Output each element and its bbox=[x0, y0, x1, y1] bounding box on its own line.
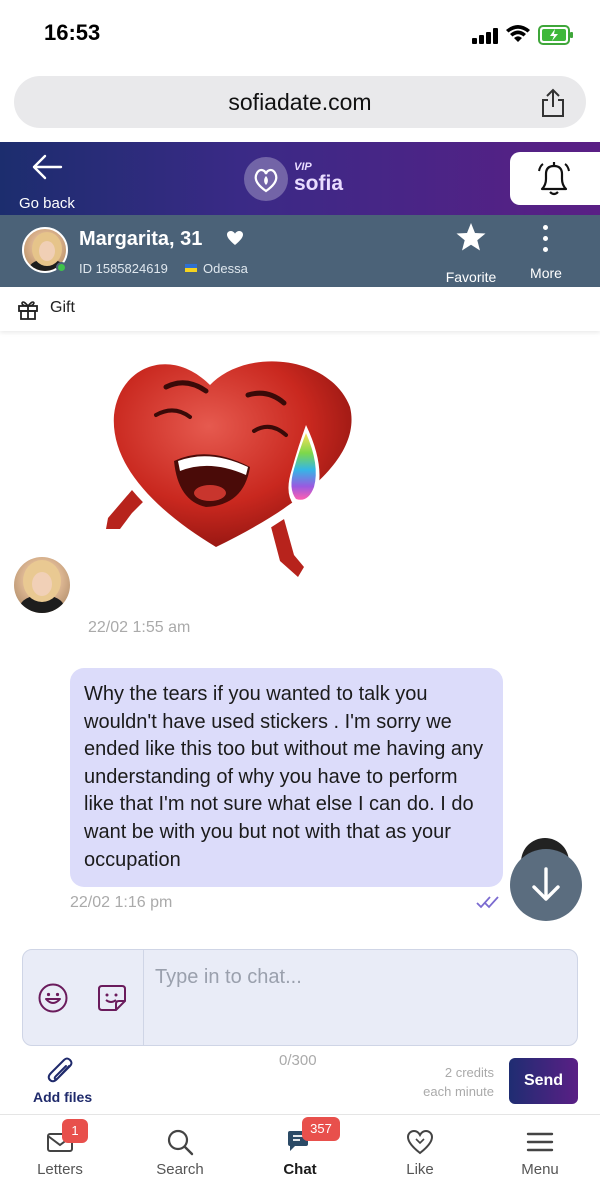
profile-name[interactable]: Margarita, 31 bbox=[79, 228, 202, 251]
nav-menu-label: Menu bbox=[521, 1161, 559, 1178]
nav-search[interactable]: Search bbox=[120, 1115, 240, 1184]
cellular-signal-icon bbox=[472, 28, 500, 44]
add-files-button[interactable]: Add files bbox=[26, 1052, 96, 1108]
browser-url-bar[interactable]: sofiadate.com bbox=[14, 76, 586, 128]
chat-input[interactable] bbox=[145, 950, 575, 1045]
arrow-down-icon bbox=[532, 867, 560, 901]
letters-badge: 1 bbox=[62, 1119, 88, 1143]
nav-letters-label: Letters bbox=[37, 1161, 83, 1178]
nav-chat-label: Chat bbox=[283, 1161, 317, 1178]
go-back-label: Go back bbox=[19, 195, 75, 212]
profile-bar: Margarita, 31 ID 1585824619 Odessa Favor… bbox=[0, 215, 600, 287]
nav-letters[interactable]: 1 Letters bbox=[0, 1115, 120, 1184]
nav-chat[interactable]: 357 Chat bbox=[240, 1115, 360, 1184]
sofia-vip-logo: VIP sofia bbox=[244, 155, 364, 201]
bottom-navigation: 1 Letters Search 357 Chat Like Menu bbox=[0, 1114, 600, 1184]
nav-like-label: Like bbox=[406, 1161, 434, 1178]
chat-badge: 357 bbox=[302, 1117, 340, 1141]
wifi-icon bbox=[506, 25, 530, 42]
logo-mark-icon bbox=[244, 157, 288, 201]
arrow-left-icon bbox=[32, 154, 63, 180]
profile-city: Odessa bbox=[203, 261, 248, 276]
emoji-icon[interactable] bbox=[37, 982, 69, 1014]
more-label: More bbox=[530, 265, 562, 281]
gift-button[interactable]: Gift bbox=[0, 287, 600, 331]
logo-name-text: sofia bbox=[294, 172, 344, 195]
app-screen: 16:53 sofiadate.com Go back VIP sofia Ma… bbox=[0, 0, 600, 1184]
gift-label: Gift bbox=[50, 299, 75, 316]
star-icon bbox=[456, 223, 486, 251]
online-status-dot bbox=[56, 262, 67, 273]
scroll-to-bottom-button[interactable] bbox=[510, 849, 582, 921]
paperclip-icon bbox=[47, 1057, 73, 1083]
status-time: 16:53 bbox=[44, 20, 101, 45]
credits-line-1: 2 credits bbox=[444, 1065, 494, 1080]
sender-avatar[interactable] bbox=[14, 557, 70, 613]
sticker-icon[interactable] bbox=[97, 984, 127, 1012]
composer-divider bbox=[143, 950, 144, 1046]
like-heart-icon[interactable] bbox=[226, 229, 244, 252]
chat-history[interactable]: 22/02 1:55 am Why the tears if you wante… bbox=[0, 331, 600, 943]
ukraine-flag-icon bbox=[185, 264, 197, 272]
url-text[interactable]: sofiadate.com bbox=[14, 89, 586, 116]
go-back-button[interactable]: Go back bbox=[14, 150, 94, 212]
add-files-label: Add files bbox=[33, 1089, 93, 1105]
message-timestamp: 22/02 1:55 am bbox=[88, 619, 191, 636]
nav-like[interactable]: Like bbox=[360, 1115, 480, 1184]
battery-icon bbox=[538, 25, 573, 45]
read-double-check-icon bbox=[476, 896, 499, 909]
profile-id: ID 1585824619 bbox=[79, 261, 168, 276]
outgoing-message-bubble[interactable]: Why the tears if you wanted to talk you … bbox=[70, 668, 503, 887]
gift-icon bbox=[18, 301, 38, 320]
app-header: Go back VIP sofia bbox=[0, 142, 600, 215]
more-button[interactable]: More bbox=[520, 219, 572, 285]
status-bar: 16:53 bbox=[0, 0, 600, 70]
notifications-button[interactable] bbox=[510, 152, 600, 205]
favorite-button[interactable]: Favorite bbox=[440, 219, 502, 285]
character-counter: 0/300 bbox=[279, 1052, 317, 1069]
heart-icon bbox=[406, 1129, 434, 1155]
crying-heart-sticker bbox=[98, 333, 366, 585]
bell-icon bbox=[538, 162, 570, 196]
credits-info: 2 credits each minute bbox=[400, 1063, 494, 1101]
nav-menu[interactable]: Menu bbox=[480, 1115, 600, 1184]
send-button[interactable]: Send bbox=[509, 1058, 578, 1104]
search-icon bbox=[167, 1129, 194, 1156]
message-timestamp: 22/02 1:16 pm bbox=[70, 894, 173, 911]
nav-search-label: Search bbox=[156, 1161, 204, 1178]
more-dots-icon bbox=[543, 225, 549, 255]
favorite-label: Favorite bbox=[445, 269, 497, 285]
share-icon[interactable] bbox=[540, 88, 566, 118]
message-composer bbox=[22, 949, 578, 1046]
credits-line-2: each minute bbox=[423, 1084, 494, 1099]
hamburger-icon bbox=[526, 1132, 554, 1152]
